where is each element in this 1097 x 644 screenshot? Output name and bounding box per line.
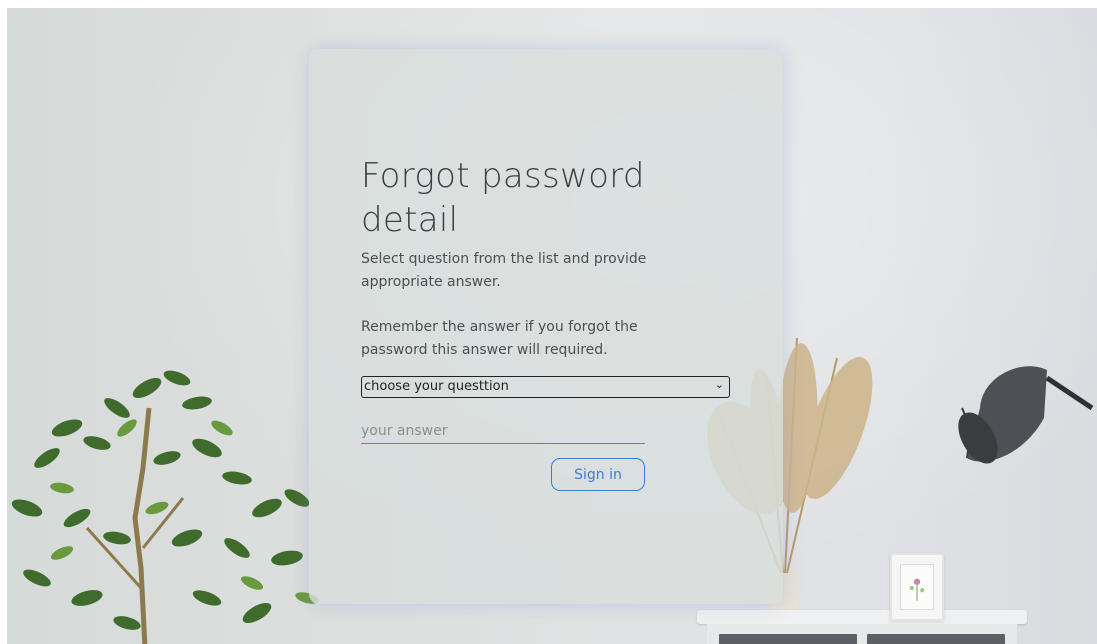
picture-frame-inner	[900, 564, 934, 610]
background-scene: Forgot password detail Select question f…	[7, 8, 1097, 644]
instructions-text: Select question from the list and provid…	[361, 251, 647, 290]
reminder-text: Remember the answer if you forgot the pa…	[361, 319, 638, 358]
side-table-drawer	[719, 634, 857, 644]
answer-input[interactable]	[361, 419, 645, 444]
flower-illustration	[909, 578, 925, 601]
decorative-lamp	[958, 366, 1094, 464]
security-question-select[interactable]: choose your questtion	[361, 375, 730, 398]
decorative-plant	[11, 370, 319, 644]
sign-in-button[interactable]: Sign in	[551, 458, 645, 491]
side-table-drawer	[867, 634, 1005, 644]
decorative-picture-frame	[890, 553, 944, 621]
decorative-side-table	[697, 610, 1027, 624]
forgot-password-card: Forgot password detail Select question f…	[309, 49, 783, 604]
page-title: Forgot password detail	[361, 156, 645, 240]
security-question-dropdown[interactable]: choose your questtion ⌄	[361, 375, 730, 398]
